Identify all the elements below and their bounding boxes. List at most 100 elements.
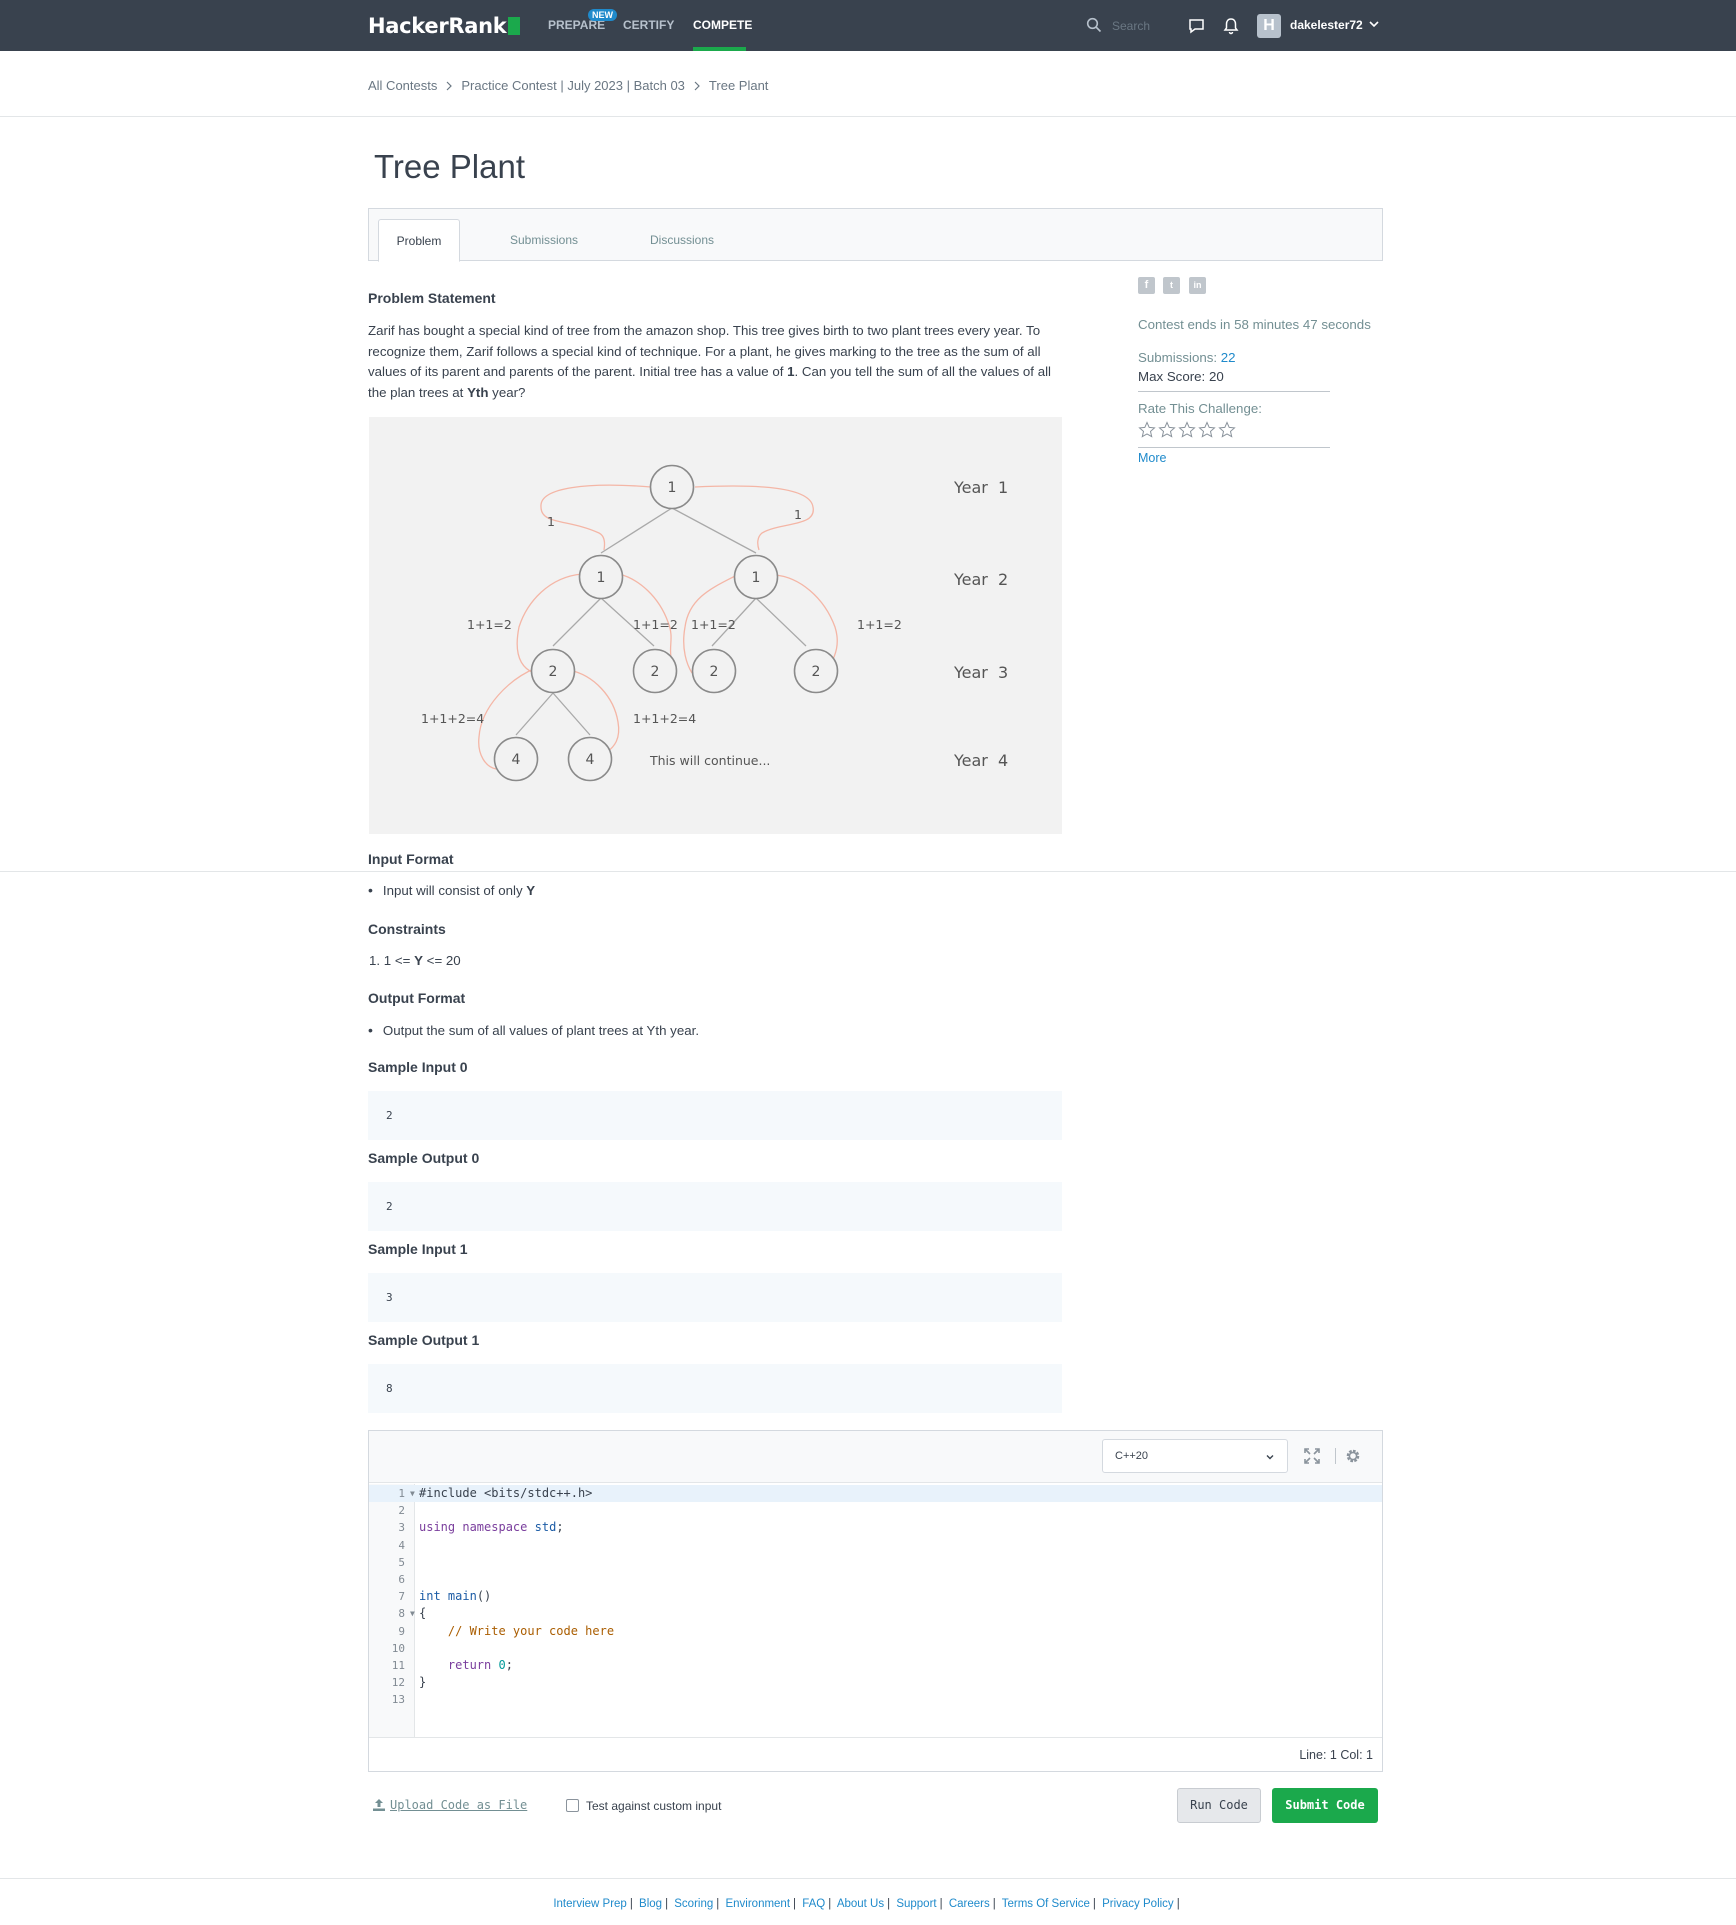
output-format-heading: Output Format [368,990,466,1006]
footer-divider [0,1878,1736,1879]
tab-submissions[interactable]: Submissions [488,219,600,262]
sample-input-1: 3 [368,1273,1062,1322]
chevron-down-icon[interactable] [1368,18,1380,30]
footer-link[interactable]: Privacy Policy [1102,1898,1174,1910]
code-line[interactable]: 4 [369,1537,1382,1554]
tab-discussions[interactable]: Discussions [626,219,738,262]
input-format-heading: Input Format [368,851,454,867]
code-line[interactable]: 10 [369,1640,1382,1657]
sample-output-0: 2 [368,1182,1062,1231]
search-input[interactable]: Search [1112,19,1150,33]
code-line[interactable]: 3 using namespace std; [369,1519,1382,1536]
tree-node: 1 [597,570,606,586]
footer-link[interactable]: FAQ [802,1898,825,1910]
code-line[interactable]: 1 ▼ #include <bits/stdc++.h> [369,1485,1382,1503]
footer-link[interactable]: Interview Prep [553,1898,627,1910]
username[interactable]: dakelester72 [1290,18,1363,32]
top-nav: HackerRank PREPARE NEW CERTIFY COMPETE S… [0,0,1736,51]
code-line[interactable]: 6 [369,1571,1382,1588]
tree-node: 2 [549,664,558,680]
breadcrumb-current: Tree Plant [708,78,769,93]
twitter-share-icon[interactable]: t [1163,277,1180,294]
nav-certify[interactable]: CERTIFY [623,18,674,32]
sample-input-0-heading: Sample Input 0 [368,1059,468,1075]
nav-compete[interactable]: COMPETE [693,18,752,32]
edge-label: 1+1+2=4 [421,711,484,726]
rate-label: Rate This Challenge: [1138,401,1262,416]
edge-label: 1+1=2 [467,617,512,632]
code-line[interactable]: 9 // Write your code here [369,1623,1382,1640]
challenge-tabs: Problem Submissions Discussions [368,208,1383,262]
tree-node: 2 [812,664,821,680]
breadcrumb-all-contests[interactable]: All Contests [368,78,437,93]
constraints-heading: Constraints [368,921,446,937]
tab-problem[interactable]: Problem [378,219,460,262]
footer-link[interactable]: Support [896,1898,936,1910]
custom-input-checkbox[interactable] [566,1799,579,1812]
star-icon[interactable] [1178,421,1196,439]
tree-node: 2 [710,664,719,680]
tree-node: 1 [668,480,677,496]
year-label: Year 1 [953,478,1008,497]
search-icon[interactable] [1086,17,1102,33]
year-label: Year 4 [953,751,1008,770]
language-select[interactable]: C++20 [1102,1439,1288,1473]
linkedin-share-icon[interactable]: in [1189,277,1206,294]
sample-input-0: 2 [368,1091,1062,1140]
code-line[interactable]: 7 int main() [369,1588,1382,1605]
footer-link[interactable]: Scoring [674,1898,713,1910]
submissions-link[interactable]: 22 [1221,350,1236,365]
run-code-button[interactable]: Run Code [1177,1788,1261,1823]
edge-label: 1+1+2=4 [633,711,696,726]
rating-stars [1138,421,1236,439]
star-icon[interactable] [1158,421,1176,439]
fullscreen-icon[interactable] [1303,1447,1321,1465]
facebook-share-icon[interactable]: f [1138,277,1155,294]
code-line[interactable]: 13 [369,1691,1382,1708]
code-line[interactable]: 8 ▼{ [369,1605,1382,1622]
code-line[interactable]: 12} [369,1674,1382,1691]
notifications-bell-icon[interactable] [1223,17,1239,35]
hackerrank-logo[interactable]: HackerRank [368,14,521,38]
language-value: C++20 [1115,1450,1149,1462]
avatar[interactable]: H [1257,14,1281,38]
footer-link[interactable]: Careers [949,1898,990,1910]
footer-link[interactable]: Blog [639,1898,662,1910]
code-line[interactable]: 5 [369,1554,1382,1571]
footer-link[interactable]: Environment [725,1898,790,1910]
footer-link[interactable]: Terms Of Service [1002,1898,1090,1910]
tree-node: 4 [512,752,521,768]
edge-label: 1+1=2 [633,617,678,632]
tree-node: 1 [752,570,761,586]
problem-statement-text: Zarif has bought a special kind of tree … [368,323,1052,400]
chevron-right-icon [446,81,453,90]
submissions-count: Submissions: 22 [1138,350,1236,365]
year-label: Year 3 [953,663,1008,682]
star-icon[interactable] [1198,421,1216,439]
upload-code-link[interactable]: Upload Code as File [372,1798,527,1812]
breadcrumb-contest[interactable]: Practice Contest | July 2023 | Batch 03 [461,78,685,93]
sample-input-1-heading: Sample Input 1 [368,1241,468,1257]
breadcrumb-bar [0,51,1736,117]
gear-icon[interactable] [1344,1447,1362,1465]
footer-link[interactable]: About Us [837,1898,884,1910]
more-link[interactable]: More [1138,451,1166,465]
custom-input-label[interactable]: Test against custom input [586,1799,721,1813]
tree-node: 4 [586,752,595,768]
divider [1138,391,1330,392]
problem-statement-heading: Problem Statement [368,290,496,306]
submit-code-button[interactable]: Submit Code [1272,1788,1378,1823]
chevron-down-icon [1266,1455,1274,1460]
input-format-item: Input will consist of only Y [368,882,535,898]
code-area[interactable]: 1 ▼ #include <bits/stdc++.h> 2 3 using name… [369,1485,1382,1708]
new-badge: NEW [588,9,617,21]
code-line[interactable]: 2 [369,1502,1382,1519]
contest-timer: Contest ends in 58 minutes 47 seconds [1138,317,1371,332]
messages-icon[interactable] [1188,18,1205,34]
breadcrumb: All Contests Practice Contest | July 202… [368,78,768,93]
continue-note: This will continue... [649,753,770,768]
star-icon[interactable] [1218,421,1236,439]
editor-toolbar: C++20 [369,1431,1382,1483]
star-icon[interactable] [1138,421,1156,439]
code-line[interactable]: 11 return 0; [369,1657,1382,1674]
